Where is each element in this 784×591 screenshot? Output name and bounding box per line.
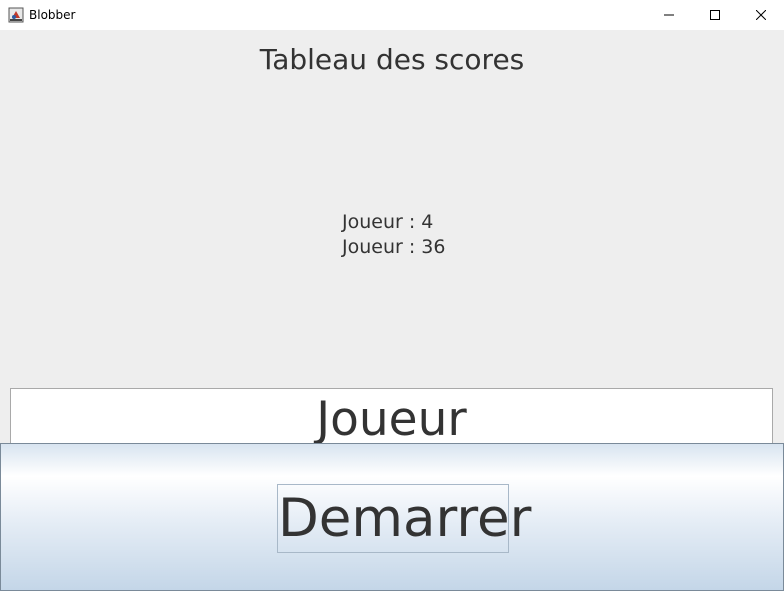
minimize-icon bbox=[664, 14, 674, 16]
start-button-label: Demarrer bbox=[277, 484, 531, 553]
close-icon bbox=[756, 10, 766, 20]
score-list: Joueur : 4 Joueur : 36 bbox=[342, 210, 542, 260]
score-entry: Joueur : 4 bbox=[342, 211, 434, 233]
player-name-field[interactable]: Joueur bbox=[10, 388, 773, 448]
title-bar[interactable]: Blobber bbox=[0, 0, 784, 30]
close-button[interactable] bbox=[738, 0, 784, 30]
maximize-icon bbox=[710, 10, 720, 20]
scoreboard-title: Tableau des scores bbox=[259, 43, 525, 76]
app-window: Blobber Tableau des scores Joueur : 4 Jo… bbox=[0, 0, 784, 591]
maximize-button[interactable] bbox=[692, 0, 738, 30]
java-app-icon bbox=[8, 7, 24, 23]
start-button[interactable]: Demarrer bbox=[0, 443, 784, 591]
window-title: Blobber bbox=[29, 8, 76, 22]
minimize-button[interactable] bbox=[646, 0, 692, 30]
score-entry: Joueur : 36 bbox=[342, 236, 446, 258]
